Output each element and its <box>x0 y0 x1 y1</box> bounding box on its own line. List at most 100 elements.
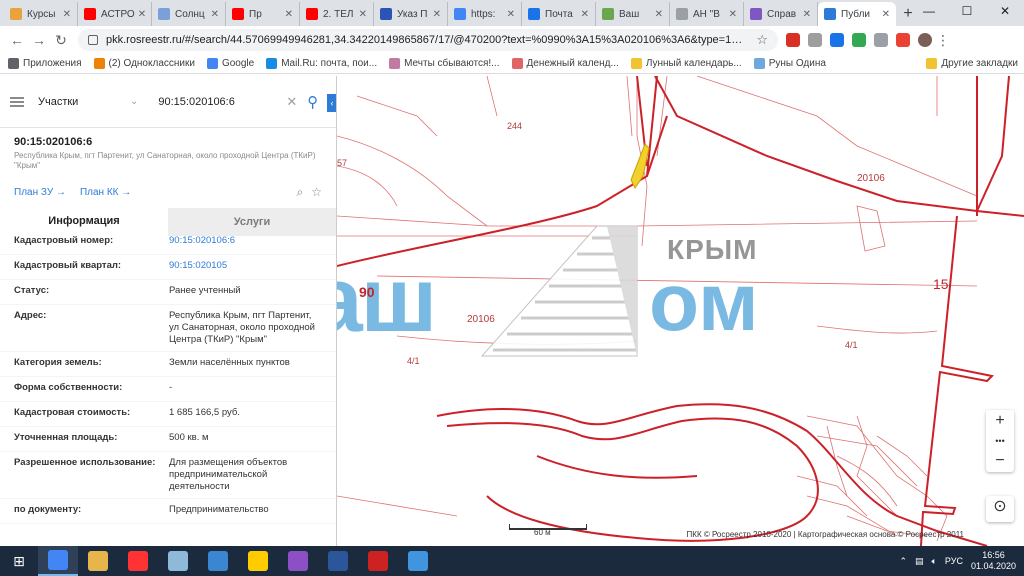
address-bar[interactable]: pkk.rosreestr.ru/#/search/44.57069949946… <box>78 29 778 51</box>
find-on-map-icon[interactable]: ⌕ <box>297 185 304 200</box>
browser-tab[interactable]: Указ П ✕ <box>374 2 448 26</box>
close-tab-icon[interactable]: ✕ <box>578 9 589 20</box>
language-indicator[interactable]: РУС <box>945 556 963 566</box>
bookmark-item[interactable]: (2) Одноклассники <box>93 58 195 69</box>
tab-favicon-icon <box>158 8 170 20</box>
browser-tab[interactable]: https: ✕ <box>448 2 522 26</box>
clock[interactable]: 16:56 01.04.2020 <box>971 550 1016 572</box>
other-bookmarks[interactable]: Другие закладки <box>926 58 1018 69</box>
bookmark-item[interactable]: Денежный календ... <box>511 58 619 69</box>
taskbar-app[interactable] <box>158 546 198 576</box>
taskbar-app[interactable] <box>38 546 78 576</box>
taskbar-app[interactable] <box>198 546 238 576</box>
taskbar-app[interactable] <box>398 546 438 576</box>
browser-tab[interactable]: 2. ТЕЛ ✕ <box>300 2 374 26</box>
tab-info[interactable]: Информация <box>0 208 168 236</box>
reload-icon[interactable]: ↻ <box>50 32 72 49</box>
favorite-star-icon[interactable]: ☆ <box>311 185 322 200</box>
search-icon[interactable]: ⚲ <box>307 93 318 111</box>
close-tab-icon[interactable]: ✕ <box>135 9 146 20</box>
plan-zu-link[interactable]: План ЗУ → <box>14 187 66 198</box>
extension-icon[interactable] <box>852 33 866 47</box>
clear-search-icon[interactable]: ✕ <box>286 94 297 110</box>
bookmark-item[interactable]: Лунный календарь... <box>630 58 742 69</box>
close-tab-icon[interactable]: ✕ <box>60 9 71 20</box>
info-value[interactable]: 90:15:020106:6 <box>169 235 319 249</box>
bookmark-label: Приложения <box>23 58 82 69</box>
forward-icon[interactable]: → <box>28 32 50 48</box>
extension-icon[interactable] <box>874 33 888 47</box>
info-value[interactable]: 90:15:020105 <box>169 260 319 274</box>
close-window-button[interactable]: ✕ <box>986 0 1024 22</box>
close-tab-icon[interactable]: ✕ <box>652 9 663 20</box>
extension-icon[interactable] <box>830 33 844 47</box>
close-tab-icon[interactable]: ✕ <box>430 9 441 20</box>
info-key: Кадастровый номер: <box>14 235 114 246</box>
info-key: Статус: <box>14 285 50 296</box>
compass-icon[interactable]: ⊙ <box>986 496 1014 518</box>
tab-title: 2. ТЕЛ <box>323 8 354 20</box>
close-tab-icon[interactable]: ✕ <box>504 9 515 20</box>
browser-tab[interactable]: Справ ✕ <box>744 2 818 26</box>
taskbar-app[interactable] <box>118 546 158 576</box>
bookmark-item[interactable]: Google <box>206 58 254 69</box>
tab-favicon-icon <box>10 8 22 20</box>
profile-avatar[interactable] <box>918 33 932 47</box>
taskbar-app[interactable] <box>238 546 278 576</box>
browser-tab[interactable]: Почта ✕ <box>522 2 596 26</box>
bookmark-item[interactable]: Руны Одина <box>753 58 826 69</box>
close-tab-icon[interactable]: ✕ <box>208 9 219 20</box>
close-tab-icon[interactable]: ✕ <box>282 9 293 20</box>
more-tools-button[interactable]: ••• <box>986 432 1014 450</box>
browser-tab[interactable]: Ваш ✕ <box>596 2 670 26</box>
plan-kk-link[interactable]: План КК → <box>80 187 131 198</box>
browser-tab[interactable]: Курсы ✕ <box>4 2 78 26</box>
compass-control: ⊙ <box>986 496 1014 522</box>
pdf-extension-icon[interactable] <box>808 33 822 47</box>
bookmark-item[interactable]: Mail.Ru: почта, пои... <box>266 58 377 69</box>
browser-tab[interactable]: Публи ✕ <box>818 2 896 26</box>
bookmark-star-icon[interactable]: ☆ <box>756 32 768 48</box>
info-key: Категория земель: <box>14 357 102 368</box>
browser-tab[interactable]: АСТРО ✕ <box>78 2 152 26</box>
taskbar-app[interactable] <box>358 546 398 576</box>
tray-arrow-icon[interactable]: ⌃ <box>899 556 907 567</box>
map-label: 15 <box>933 276 949 292</box>
collapse-panel-button[interactable]: ‹ <box>327 94 336 112</box>
network-icon[interactable]: ▤ <box>915 556 924 567</box>
browser-tab[interactable]: Солнц ✕ <box>152 2 226 26</box>
taskbar-app[interactable] <box>318 546 358 576</box>
zoom-in-button[interactable]: + <box>986 410 1014 432</box>
tab-services[interactable]: Услуги <box>168 208 336 236</box>
search-type-select[interactable]: Участки <box>38 96 130 108</box>
taskbar-app[interactable] <box>78 546 118 576</box>
close-tab-icon[interactable]: ✕ <box>879 9 890 20</box>
bookmark-item[interactable]: Мечты сбываются!... <box>389 58 500 69</box>
bookmark-item[interactable]: Приложения <box>8 58 82 69</box>
app-icon <box>128 551 148 571</box>
app-icon <box>248 551 268 571</box>
maximize-button[interactable]: ☐ <box>948 0 986 22</box>
opera-extension-icon[interactable] <box>896 33 910 47</box>
hamburger-menu-icon[interactable] <box>10 96 24 107</box>
browser-tab[interactable]: АН "В ✕ <box>670 2 744 26</box>
menu-icon[interactable]: ⋮ <box>932 32 954 49</box>
close-tab-icon[interactable]: ✕ <box>356 9 367 20</box>
back-icon[interactable]: ← <box>6 32 28 48</box>
app-icon <box>288 551 308 571</box>
zoom-out-button[interactable]: − <box>986 450 1014 472</box>
adblock-extension-icon[interactable] <box>786 33 800 47</box>
close-tab-icon[interactable]: ✕ <box>800 9 811 20</box>
chevron-down-icon[interactable]: ⌄ <box>130 96 138 107</box>
volume-icon[interactable]: 🔈︎ <box>932 556 937 567</box>
search-input[interactable]: 90:15:020106:6 <box>158 96 278 108</box>
taskbar-app[interactable] <box>278 546 318 576</box>
browser-tab[interactable]: Пр ✕ <box>226 2 300 26</box>
map-view[interactable]: Ваш ом КРЫМ 244 57 20106 90 20106 4/1 4/… <box>337 76 1024 546</box>
browser-toolbar: ← → ↻ pkk.rosreestr.ru/#/search/44.57069… <box>0 26 1024 54</box>
minimize-button[interactable]: — <box>910 0 948 22</box>
close-tab-icon[interactable]: ✕ <box>726 9 737 20</box>
info-value: Республика Крым, пгт Партенит, ул Санато… <box>169 310 315 345</box>
windows-start-icon[interactable]: ⊞ <box>0 546 38 576</box>
info-key: Адрес: <box>14 310 47 321</box>
